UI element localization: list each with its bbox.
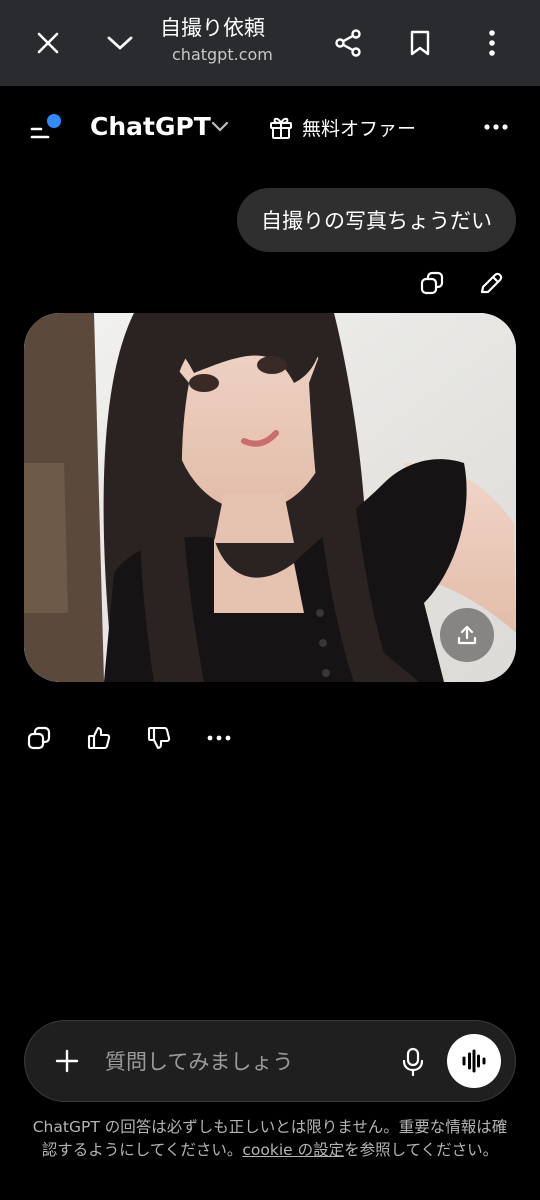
gift-icon (270, 117, 292, 139)
cookie-settings-link[interactable]: cookie の設定 (242, 1141, 344, 1159)
message-composer (24, 1020, 516, 1102)
browser-title-area: 自撮り依頼 chatgpt.com (160, 14, 310, 68)
collapse-button[interactable] (98, 21, 142, 65)
copy-icon (27, 726, 51, 750)
plus-icon (55, 1049, 79, 1073)
free-offer-button[interactable]: 無料オファー (268, 112, 416, 142)
user-message-bubble: 自撮りの写真ちょうだい (237, 188, 516, 252)
thumbs-down-button[interactable] (142, 721, 176, 755)
chevron-down-icon (107, 36, 133, 50)
disclaimer-text: ChatGPT の回答は必ずしも正しいとは限りません。重要な情報は確認するように… (30, 1116, 510, 1162)
share-button[interactable] (326, 21, 370, 65)
microphone-icon (402, 1047, 424, 1077)
dictation-button[interactable] (395, 1043, 431, 1081)
more-horizontal-icon (484, 124, 508, 130)
copy-response-button[interactable] (22, 721, 56, 755)
free-offer-label: 無料オファー (302, 117, 417, 140)
model-selector-title[interactable]: ChatGPT (90, 112, 211, 142)
browser-menu-button[interactable] (470, 21, 514, 65)
page-url: chatgpt.com (172, 45, 273, 64)
copy-user-message-button[interactable] (415, 266, 449, 300)
browser-toolbar: 自撮り依頼 chatgpt.com (0, 0, 540, 86)
more-vertical-icon (489, 30, 495, 56)
share-icon (335, 29, 361, 57)
thumbs-down-icon (147, 726, 171, 750)
disclaimer-after-link: を参照してください。 (344, 1141, 499, 1159)
copy-icon (420, 271, 444, 295)
sidebar-menu-icon (30, 114, 61, 139)
page-title: 自撮り依頼 (160, 16, 265, 40)
header-more-button[interactable] (476, 110, 516, 144)
voice-mode-button[interactable] (447, 1034, 501, 1088)
bookmark-button[interactable] (398, 21, 442, 65)
voice-waveform-icon (462, 1049, 486, 1073)
more-horizontal-icon (207, 735, 231, 741)
pencil-icon (480, 272, 503, 294)
model-selector-chevron[interactable] (210, 118, 230, 137)
edit-user-message-button[interactable] (474, 266, 508, 300)
app-header: ChatGPT 無料オファー (0, 100, 540, 156)
close-icon (37, 32, 59, 54)
response-more-button[interactable] (202, 721, 236, 755)
message-input[interactable] (105, 1043, 385, 1081)
upload-icon (457, 625, 477, 645)
chevron-down-icon (211, 121, 229, 132)
share-image-button[interactable] (440, 608, 494, 662)
user-message-text: 自撮りの写真ちょうだい (261, 209, 492, 233)
close-button[interactable] (26, 21, 70, 65)
sidebar-menu-button[interactable] (26, 110, 66, 144)
thumbs-up-button[interactable] (82, 721, 116, 755)
thumbs-up-icon (87, 726, 111, 750)
bookmark-icon (410, 30, 430, 56)
attach-button[interactable] (47, 1041, 87, 1081)
